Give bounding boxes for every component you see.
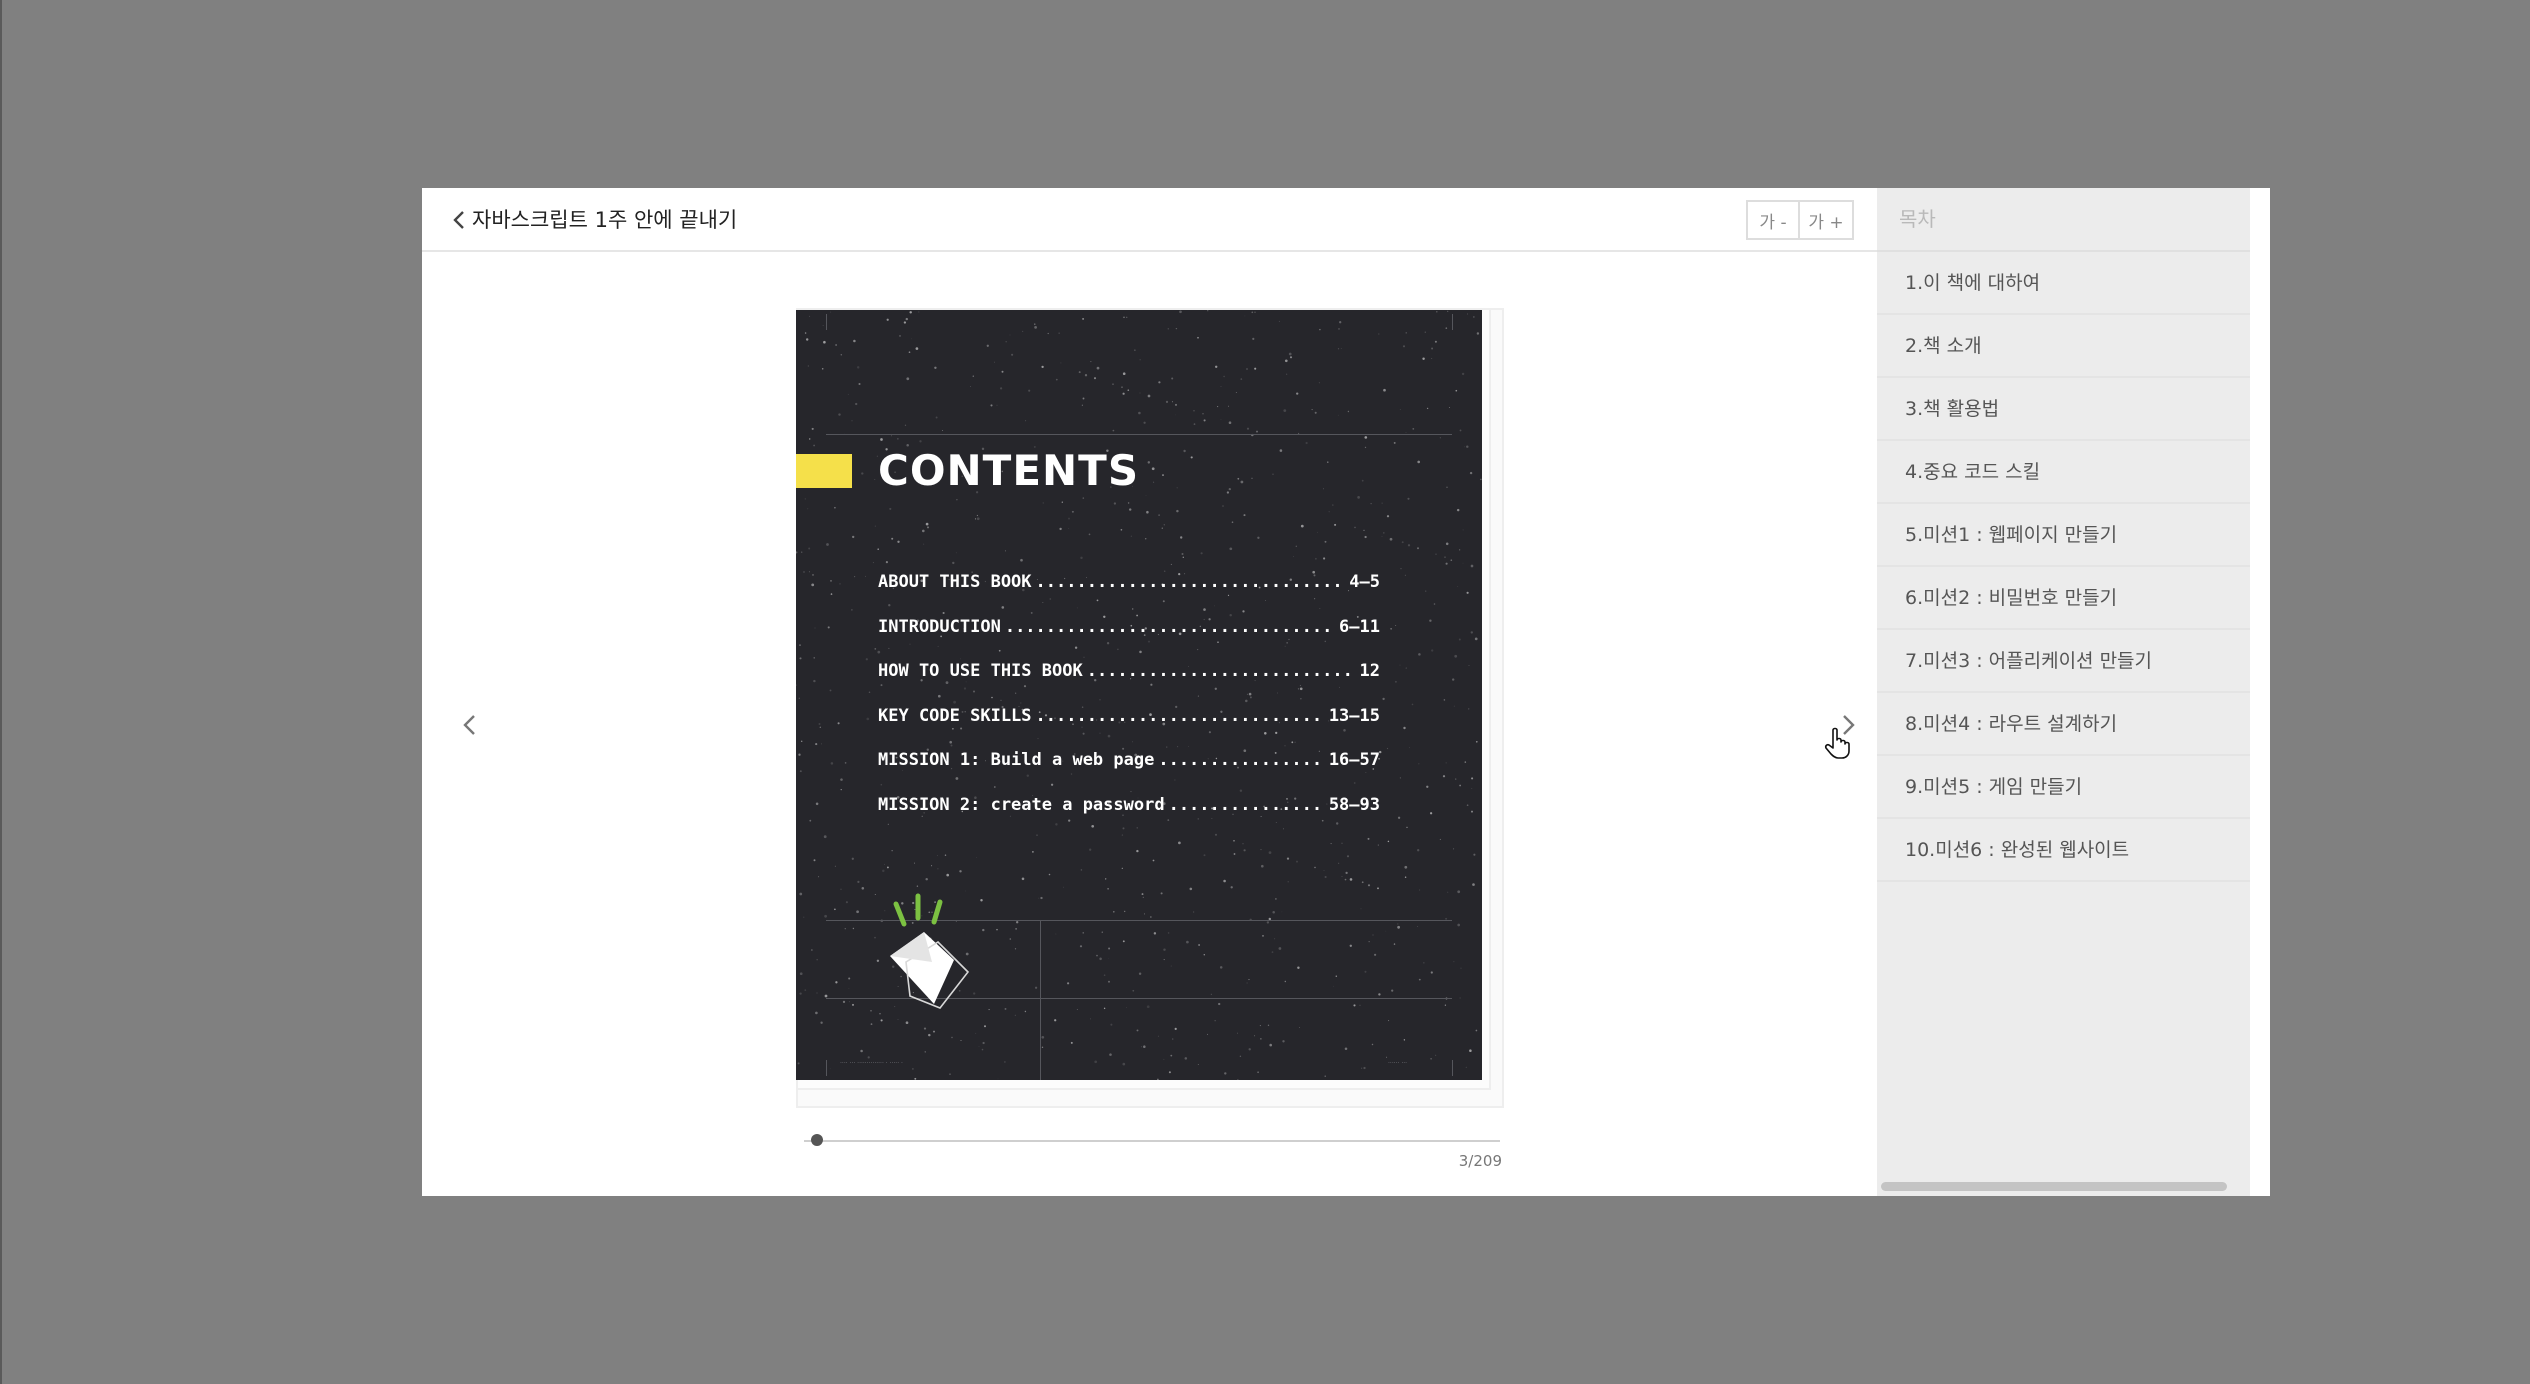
book-toc-entry-label: MISSION 1: Build a web page bbox=[878, 750, 1155, 771]
book-toc-entry-pages: 58–93 bbox=[1328, 794, 1380, 815]
font-size-controls: 가 - 가 + bbox=[1746, 200, 1854, 240]
book-toc-entry: KEY CODE SKILLS.........................… bbox=[878, 706, 1380, 751]
page-print-footer: ······ ··· bbox=[1388, 1060, 1408, 1067]
page-indicator: 3/209 bbox=[1458, 1152, 1502, 1170]
prev-page-button[interactable] bbox=[450, 705, 490, 745]
book-page: CONTENTS ABOUT THIS BOOK................… bbox=[796, 310, 1482, 1080]
toc-horizontal-scrollbar[interactable] bbox=[1881, 1182, 2227, 1191]
hand-pointer-icon bbox=[1824, 727, 1850, 759]
toc-panel-item[interactable]: 3.책 활용법 bbox=[1877, 378, 2250, 441]
book-toc-entry-pages: 16–57 bbox=[1328, 750, 1380, 771]
toc-panel-item[interactable]: 2.책 소개 bbox=[1877, 315, 2250, 378]
book-toc-entry: ABOUT THIS BOOK.........................… bbox=[878, 572, 1380, 617]
page-progress-slider[interactable] bbox=[804, 1140, 1500, 1142]
toc-panel-item[interactable]: 9.미션5 : 게임 만들기 bbox=[1877, 756, 2250, 819]
book-toc-list: ABOUT THIS BOOK.........................… bbox=[878, 572, 1380, 840]
reader-header: 자바스크립트 1주 안에 끝내기 가 - 가 + bbox=[422, 188, 1877, 252]
guide-line bbox=[826, 1060, 827, 1076]
toc-panel-item[interactable]: 5.미션1 : 웹페이지 만들기 bbox=[1877, 504, 2250, 567]
book-toc-entry: MISSION 1: Build a web page.............… bbox=[878, 750, 1380, 795]
book-toc-entry-label: HOW TO USE THIS BOOK bbox=[878, 661, 1083, 682]
book-toc-entry: MISSION 2: create a password............… bbox=[878, 795, 1380, 840]
book-toc-entry-label: KEY CODE SKILLS bbox=[878, 705, 1032, 726]
page-print-footer: ···· ··· ·············· · ····· · bbox=[840, 1060, 903, 1067]
window-left-edge bbox=[0, 0, 2, 1384]
contents-heading: CONTENTS bbox=[878, 446, 1140, 495]
ebook-viewer-modal: 자바스크립트 1주 안에 끝내기 가 - 가 + CONTENTS ABOUT … bbox=[422, 188, 2270, 1196]
toc-panel-item[interactable]: 10.미션6 : 완성된 웹사이트 bbox=[1877, 819, 2250, 882]
book-toc-leader: ........................................… bbox=[1004, 616, 1335, 637]
book-title: 자바스크립트 1주 안에 끝내기 bbox=[472, 208, 738, 232]
guide-line bbox=[826, 314, 827, 330]
toc-panel: 목차 1.이 책에 대하여 2.책 소개 3.책 활용법 4.중요 코드 스킬 5.미션… bbox=[1877, 188, 2250, 1196]
font-increase-button[interactable]: 가 + bbox=[1800, 200, 1854, 240]
book-toc-entry-pages: 6–11 bbox=[1339, 616, 1380, 637]
guide-line bbox=[1040, 920, 1041, 1080]
book-toc-entry-label: ABOUT THIS BOOK bbox=[878, 572, 1032, 592]
book-toc-entry: HOW TO USE THIS BOOK....................… bbox=[878, 661, 1380, 706]
book-toc-leader: ........................................… bbox=[1035, 705, 1325, 726]
guide-line bbox=[1452, 1060, 1453, 1076]
book-toc-leader: ........................................… bbox=[1158, 750, 1324, 771]
modal-right-margin bbox=[2250, 188, 2270, 1196]
toc-panel-title: 목차 bbox=[1877, 188, 2250, 252]
page-slider-thumb[interactable] bbox=[810, 1134, 823, 1146]
book-toc-entry-pages: 13–15 bbox=[1328, 705, 1380, 726]
heading-accent-tab bbox=[796, 454, 852, 488]
chevron-left-icon bbox=[463, 715, 475, 735]
toc-panel-item[interactable]: 6.미션2 : 비밀번호 만들기 bbox=[1877, 567, 2250, 630]
book-toc-entry-label: MISSION 2: create a password bbox=[878, 794, 1165, 815]
toc-panel-item[interactable]: 7.미션3 : 어플리케이션 만들기 bbox=[1877, 630, 2250, 693]
book-toc-entry: INTRODUCTION............................… bbox=[878, 617, 1380, 662]
book-toc-leader: ........................................… bbox=[1086, 661, 1356, 682]
back-button[interactable] bbox=[446, 206, 474, 234]
guide-line bbox=[1452, 314, 1453, 330]
diamond-icon bbox=[890, 893, 970, 1009]
book-toc-entry-pages: 4–5 bbox=[1349, 572, 1380, 592]
book-toc-entry-label: INTRODUCTION bbox=[878, 616, 1001, 637]
chevron-left-icon bbox=[453, 211, 464, 229]
font-decrease-button[interactable]: 가 - bbox=[1746, 200, 1800, 240]
book-toc-leader: ........................................… bbox=[1035, 572, 1346, 592]
reader-area: 자바스크립트 1주 안에 끝내기 가 - 가 + CONTENTS ABOUT … bbox=[422, 188, 1877, 1196]
book-toc-leader: ........................................… bbox=[1168, 794, 1325, 815]
toc-panel-item[interactable]: 8.미션4 : 라우트 설계하기 bbox=[1877, 693, 2250, 756]
toc-panel-item[interactable]: 1.이 책에 대하여 bbox=[1877, 252, 2250, 315]
book-toc-entry-pages: 12 bbox=[1359, 661, 1380, 682]
toc-panel-list: 1.이 책에 대하여 2.책 소개 3.책 활용법 4.중요 코드 스킬 5.미션1 :… bbox=[1877, 252, 2250, 882]
guide-line bbox=[826, 434, 1452, 435]
toc-panel-item[interactable]: 4.중요 코드 스킬 bbox=[1877, 441, 2250, 504]
